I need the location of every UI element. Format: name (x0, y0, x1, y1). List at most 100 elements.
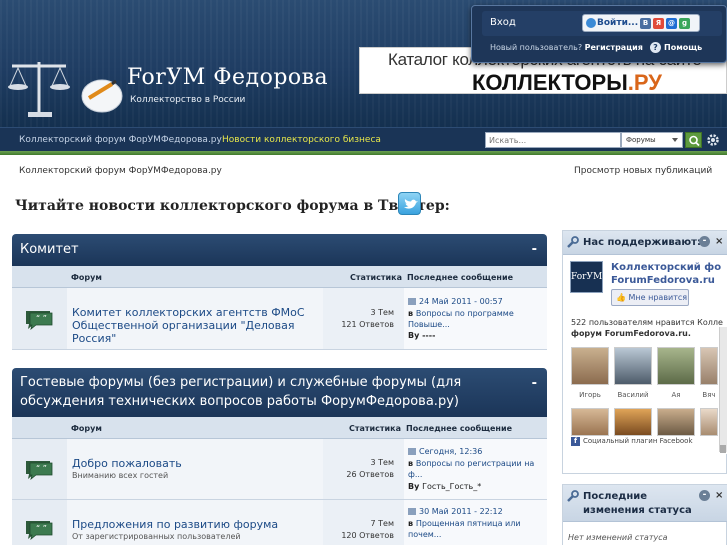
help-icon: ? (650, 42, 661, 53)
last-post-topic[interactable]: в Вопросы по регистрации на ф... (408, 458, 543, 480)
fb-like-count: 522 пользователям нравится Колле форум Fo… (571, 317, 727, 339)
forum-replies-count: 121 Ответов (341, 320, 394, 329)
category-header[interactable]: Комитет - (12, 234, 547, 266)
status-empty-text: Нет изменений статуса (568, 533, 668, 542)
post-doc-icon (408, 448, 416, 455)
page: ForУМ Федорова Коллекторство в России Ка… (0, 0, 727, 545)
breadcrumb[interactable]: Коллекторский форум ФорУМФедорова.ру (19, 166, 222, 176)
last-post-topic[interactable]: в Прощенная пятница или почем... (408, 518, 543, 540)
wrench-icon (567, 236, 579, 248)
col-stats: Статистика (350, 273, 402, 282)
new-posts-link[interactable]: Просмотр новых публикаций (574, 166, 712, 176)
last-post-date[interactable]: Сегодня, 12:36 (408, 447, 482, 456)
search-scope-select[interactable]: Форумы (621, 132, 683, 148)
forum-topics-count: 3 Тем (370, 308, 394, 317)
category-committee: Комитет - Форум Статистика Последнее соо… (12, 234, 547, 351)
yandex-icon[interactable]: Я (653, 18, 664, 29)
fb-social-plugin-label[interactable]: f Социальный плагин Facebook (571, 437, 693, 446)
chevron-down-icon (672, 138, 678, 142)
forum-title-link[interactable]: Предложения по развитию форума (72, 518, 322, 531)
last-post-topic[interactable]: в Вопросы по программе Повыше... (408, 308, 543, 330)
fb-page-name[interactable]: Коллекторский фо ForumFedorova.ru (611, 261, 727, 287)
google-icon[interactable]: g (679, 18, 690, 29)
close-button[interactable]: × (715, 235, 723, 249)
login-label: Вход (490, 17, 516, 28)
last-post-date[interactable]: 24 Май 2011 - 00:57 (408, 297, 503, 306)
last-post-topic-text: Прощенная пятница или почем... (408, 519, 521, 539)
banner-brand-main: КОЛЛЕКТОРЫ (472, 70, 628, 94)
login-panel: Вход Войти... В Я @ g Новый пользователь… (471, 5, 727, 63)
forum-stats-cell (323, 288, 404, 349)
help-label: Помощь (664, 43, 703, 52)
twitter-icon[interactable] (398, 192, 421, 215)
forum-title-link[interactable]: Комитет коллекторских агентств ФМоС Обще… (72, 306, 322, 345)
category-title: Гостевые форумы (без регистрации) и служ… (20, 375, 462, 409)
last-post-in: в (408, 309, 416, 318)
column-header: Форум Статистика Последнее сообщение (12, 417, 547, 439)
forum-row: “ ” Добро пожаловать Вниманию всех госте… (12, 439, 547, 500)
nav-divider (0, 151, 727, 155)
forum-stats-cell (323, 439, 404, 499)
category-header[interactable]: Гостевые форумы (без регистрации) и служ… (12, 368, 547, 417)
fb-fan-avatar[interactable] (700, 347, 718, 385)
forum-read-icon[interactable]: “ ” (22, 458, 56, 480)
help-link[interactable]: ? Помощь (650, 42, 702, 53)
fb-fan-avatar[interactable] (657, 347, 695, 385)
fb-scrollbar-thumb[interactable] (720, 445, 726, 453)
facebook-icon: f (571, 437, 580, 446)
sign-in-button[interactable]: Войти... В Я @ g (582, 14, 700, 32)
gear-icon[interactable] (705, 132, 721, 148)
nav-item-forum[interactable]: Коллекторский форум ФорУМФедорова.ру (19, 135, 222, 145)
nav-item-news[interactable]: Новости коллекторского бизнеса (222, 135, 381, 145)
forum-read-icon[interactable]: “ ” (22, 308, 56, 330)
mailru-icon[interactable]: @ (666, 18, 677, 29)
forum-title-link[interactable]: Добро пожаловать (72, 457, 322, 470)
fb-fan-avatar[interactable] (700, 408, 718, 436)
last-post-topic-text: Вопросы по программе Повыше... (408, 309, 514, 329)
last-post-author[interactable]: By Гость_Гость_* (408, 482, 481, 491)
last-post-date-text: Сегодня, 12:36 (419, 447, 483, 456)
fb-page-name-line2: ForumFedorova.ru (611, 275, 715, 286)
minimize-button[interactable]: - (699, 490, 710, 501)
svg-text:“ ”: “ ” (36, 524, 47, 533)
sidebar-header: Последние изменения статуса - × (563, 485, 727, 522)
forum-read-icon[interactable]: “ ” (22, 518, 56, 540)
forum-topics-count: 3 Тем (370, 458, 394, 467)
fb-fan-avatar[interactable] (571, 408, 609, 436)
fb-fan-name[interactable]: Василий (614, 391, 652, 399)
sidebar-title: Нас поддерживают: (583, 237, 701, 248)
register-link[interactable]: Регистрация (585, 43, 643, 52)
svg-text:“ ”: “ ” (36, 314, 47, 323)
fb-page-logo[interactable]: ForУМ (570, 261, 603, 293)
fb-scrollbar[interactable] (719, 327, 727, 452)
last-post-date-text: 24 Май 2011 - 00:57 (419, 297, 503, 306)
fb-plugin-text: Социальный плагин Facebook (583, 437, 693, 445)
last-post-author[interactable]: By ---- (408, 331, 435, 340)
forum-description: От зарегистрированных пользователей (72, 532, 241, 541)
site-title[interactable]: ForУМ Федорова (127, 65, 328, 90)
sidebar-header: Нас поддерживают: - × (563, 231, 727, 255)
new-user-text: Новый пользователь? Регистрация (490, 43, 643, 52)
fb-fan-avatar[interactable] (571, 347, 609, 385)
fb-like-button[interactable]: 👍 Мне нравится (611, 289, 689, 306)
fb-fan-name[interactable]: Вяч (700, 391, 718, 399)
minimize-button[interactable]: - (699, 236, 710, 247)
fb-fan-avatar[interactable] (657, 408, 695, 436)
fb-fan-name[interactable]: Ая (657, 391, 695, 399)
fb-fan-avatar[interactable] (614, 408, 652, 436)
scales-logo-icon[interactable] (6, 56, 126, 126)
forum-replies-count: 120 Ответов (341, 531, 394, 540)
collapse-button[interactable]: - (532, 374, 537, 393)
vkontakte-icon[interactable]: В (640, 18, 651, 29)
fb-fan-avatar[interactable] (614, 347, 652, 385)
category-guest-forums: Гостевые форумы (без регистрации) и служ… (12, 368, 547, 545)
search-input[interactable] (485, 132, 621, 148)
svg-text:“ ”: “ ” (36, 464, 47, 473)
close-button[interactable]: × (715, 489, 723, 503)
collapse-button[interactable]: - (532, 240, 537, 259)
last-post-date[interactable]: 30 Май 2011 - 22:12 (408, 507, 503, 516)
search-scope-value: Форумы (626, 136, 656, 144)
col-forum: Форум (71, 273, 102, 282)
search-button[interactable] (685, 132, 702, 148)
fb-fan-name[interactable]: Игорь (571, 391, 609, 399)
